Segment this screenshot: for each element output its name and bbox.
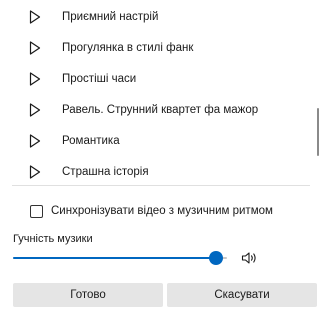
speaker-icon[interactable]	[241, 251, 259, 265]
play-icon[interactable]	[29, 103, 41, 117]
track-item[interactable]: Простіші часи	[0, 64, 310, 94]
play-icon[interactable]	[29, 10, 41, 24]
music-volume-label: Гучність музики	[13, 233, 93, 245]
track-item[interactable]: Прогулянка в стилі фанк	[0, 33, 310, 63]
track-label: Страшна історія	[62, 166, 149, 178]
sync-checkbox[interactable]	[30, 204, 43, 218]
done-button[interactable]: Готово	[13, 283, 163, 307]
track-label: Прогулянка в стилі фанк	[62, 42, 194, 54]
play-icon[interactable]	[29, 134, 41, 148]
track-label: Приємний настрій	[62, 11, 159, 23]
play-icon[interactable]	[29, 72, 41, 86]
track-item[interactable]: Страшна історія	[0, 157, 310, 187]
play-icon[interactable]	[29, 165, 41, 179]
scrollbar-thumb[interactable]	[317, 108, 319, 156]
music-volume-slider[interactable]	[13, 251, 227, 265]
sync-video-option[interactable]: Синхронізувати відео з музичним ритмом	[30, 202, 273, 220]
slider-thumb[interactable]	[209, 251, 224, 265]
slider-fill	[13, 257, 217, 259]
track-item[interactable]: Равель. Струнний квартет фа мажор	[0, 95, 310, 125]
cancel-button[interactable]: Скасувати	[167, 283, 317, 307]
track-label: Простіші часи	[62, 73, 137, 85]
play-icon[interactable]	[29, 41, 41, 55]
sync-checkbox-label: Синхронізувати відео з музичним ритмом	[51, 205, 273, 217]
track-label: Романтика	[62, 135, 120, 147]
track-label: Равель. Струнний квартет фа мажор	[62, 104, 259, 116]
track-item[interactable]: Романтика	[0, 126, 310, 156]
track-item[interactable]: Приємний настрій	[0, 2, 310, 32]
divider	[12, 185, 310, 186]
